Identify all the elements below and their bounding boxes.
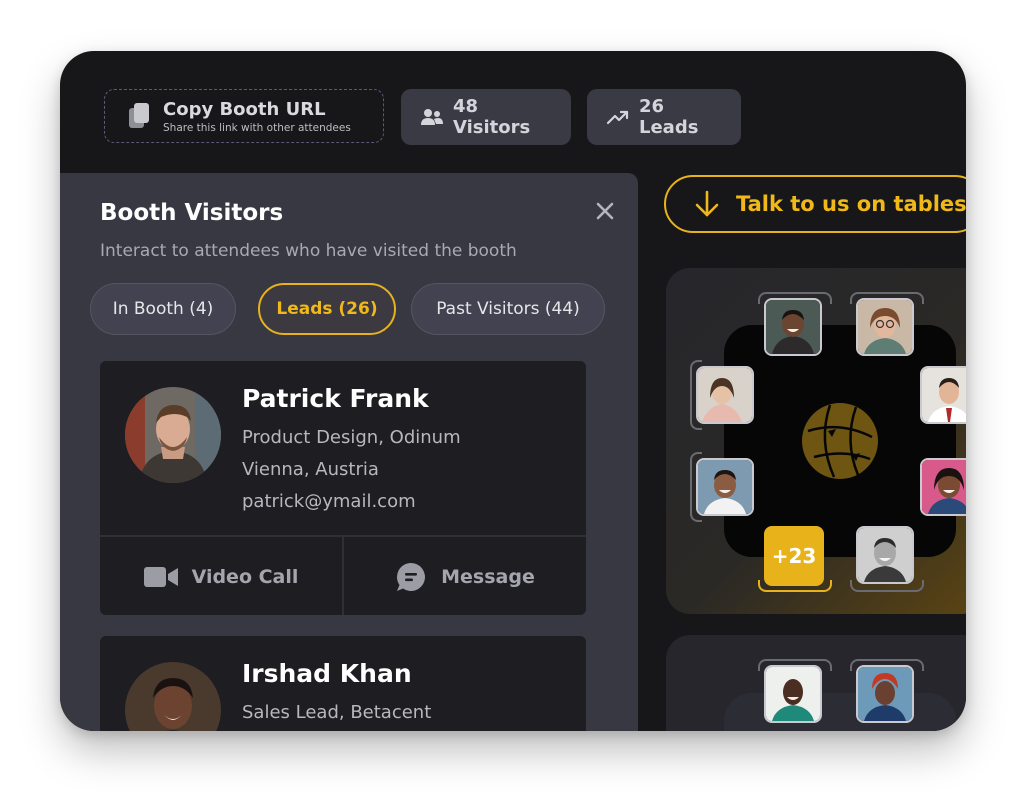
- visitor-name: Patrick Frank: [242, 384, 429, 413]
- avatar: [125, 387, 221, 483]
- booth-visitors-panel: Booth Visitors Interact to attendees who…: [60, 173, 638, 731]
- seat-attendee[interactable]: [764, 298, 822, 356]
- copy-url-subtitle: Share this link with other attendees: [163, 122, 351, 134]
- tab-in-booth[interactable]: In Booth (4): [90, 283, 236, 335]
- seat-attendee[interactable]: [696, 458, 754, 516]
- visitor-role: Sales Lead, Betacent: [242, 702, 432, 723]
- table-surface: [724, 693, 956, 731]
- app-window: Copy Booth URL Share this link with othe…: [60, 51, 966, 731]
- seat-attendee[interactable]: [856, 665, 914, 723]
- talk-on-tables-label: Talk to us on tables: [736, 192, 966, 216]
- networking-table[interactable]: [666, 635, 966, 731]
- trend-up-icon: [607, 110, 629, 125]
- seat-attendee[interactable]: [856, 298, 914, 356]
- video-call-label: Video Call: [191, 566, 299, 588]
- visitor-email: patrick@ymail.com: [242, 491, 416, 512]
- arrow-down-icon: [695, 190, 719, 217]
- copy-icon: [129, 103, 149, 128]
- avatar: [125, 662, 221, 731]
- card-actions: Video Call Message: [100, 535, 586, 615]
- chat-bubble-icon: [397, 563, 426, 591]
- visitor-card: Patrick Frank Product Design, Odinum Vie…: [100, 361, 586, 615]
- visitors-count-button[interactable]: 48 Visitors: [401, 89, 571, 145]
- seat-attendee[interactable]: [696, 366, 754, 424]
- message-label: Message: [441, 566, 535, 588]
- seat-attendee[interactable]: [920, 458, 966, 516]
- visitor-name: Irshad Khan: [242, 659, 412, 688]
- leads-count-button[interactable]: 26 Leads: [587, 89, 741, 145]
- seat-attendee[interactable]: [920, 366, 966, 424]
- visitor-role: Product Design, Odinum: [242, 427, 461, 448]
- copy-url-title: Copy Booth URL: [163, 99, 326, 120]
- seat-attendee[interactable]: [856, 526, 914, 584]
- visitor-location: Vienna, Austria: [242, 459, 379, 480]
- copy-booth-url-button[interactable]: Copy Booth URL Share this link with othe…: [104, 89, 384, 143]
- visitors-count-label: 48 Visitors: [453, 96, 531, 138]
- tab-past-visitors[interactable]: Past Visitors (44): [411, 283, 605, 335]
- leads-count-label: 26 Leads: [639, 96, 699, 138]
- networking-table[interactable]: +23: [666, 268, 966, 614]
- panel-subtitle: Interact to attendees who have visited t…: [100, 241, 517, 261]
- table-surface: [724, 325, 956, 557]
- visitor-card: Irshad Khan Sales Lead, Betacent: [100, 636, 586, 731]
- close-icon[interactable]: [593, 199, 617, 223]
- message-button[interactable]: Message: [342, 537, 586, 615]
- panel-title: Booth Visitors: [100, 200, 284, 226]
- users-icon: [421, 109, 443, 125]
- globe-logo-icon: [802, 403, 878, 479]
- video-call-button[interactable]: Video Call: [100, 537, 342, 615]
- more-attendees-badge[interactable]: +23: [764, 526, 824, 586]
- video-camera-icon: [143, 567, 178, 587]
- tab-leads[interactable]: Leads (26): [258, 283, 396, 335]
- talk-on-tables-button[interactable]: Talk to us on tables: [664, 175, 966, 233]
- seat-attendee[interactable]: [764, 665, 822, 723]
